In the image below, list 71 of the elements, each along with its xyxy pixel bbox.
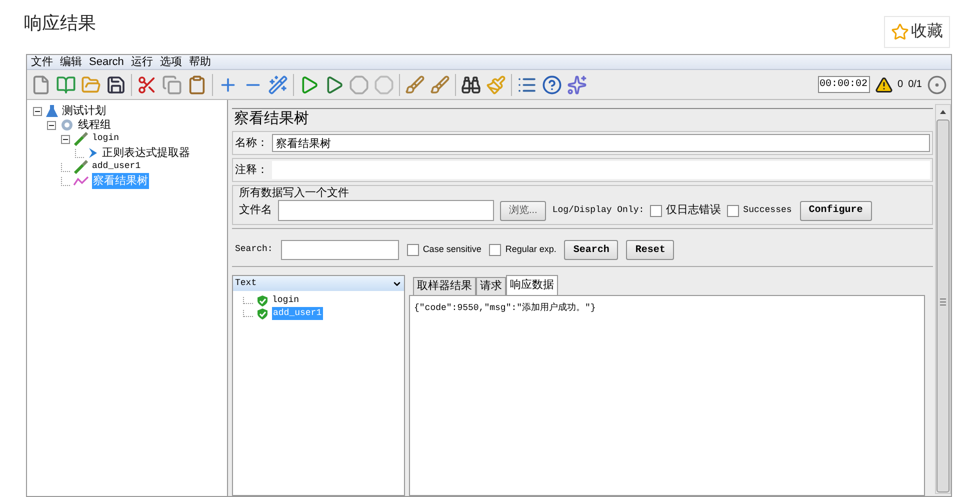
menu-item[interactable]: 运行	[130, 56, 153, 68]
folder-icon[interactable]	[81, 74, 101, 94]
checkbox-label: 仅日志错误	[666, 202, 722, 218]
warning-count: 0	[898, 78, 904, 92]
search-label: Search:	[235, 243, 273, 256]
wand-icon[interactable]	[268, 74, 288, 94]
menu-item[interactable]: 编辑	[60, 56, 82, 68]
checkbox-label: Regular exp.	[505, 243, 556, 256]
clipboard-icon[interactable]	[187, 74, 207, 94]
tab[interactable]: 请求	[476, 277, 506, 295]
warning-icon	[874, 76, 893, 94]
checkbox-label: Case sensitive	[422, 243, 482, 256]
search-field[interactable]	[280, 240, 399, 260]
arrow-icon	[87, 147, 99, 159]
broom-icon[interactable]	[405, 74, 425, 94]
pipette-icon	[73, 160, 89, 174]
tab[interactable]: 取样器结果	[413, 277, 476, 295]
collapse-icon[interactable]	[47, 120, 56, 130]
timer: 00:00:02	[818, 76, 870, 93]
tree-item[interactable]: 线程组	[78, 116, 111, 134]
renderer-dropdown[interactable]: Text	[233, 276, 404, 291]
flask-icon	[45, 104, 59, 118]
thread-count: 0/1	[908, 78, 922, 92]
page-title: 响应结果	[24, 12, 96, 35]
file-icon[interactable]	[31, 74, 51, 94]
chart-icon	[73, 175, 89, 187]
name-field[interactable]: 察看结果树	[272, 134, 930, 152]
menu-item[interactable]: 选项	[160, 56, 182, 68]
filename-field[interactable]	[278, 200, 494, 221]
checkbox[interactable]	[650, 204, 662, 216]
scissors-icon[interactable]	[137, 74, 157, 94]
menu-item[interactable]: 帮助	[188, 56, 211, 68]
status-icon	[927, 74, 947, 94]
menu-item[interactable]: 文件	[31, 56, 53, 68]
gear-icon	[59, 118, 75, 132]
group-legend: 所有数据写入一个文件	[239, 186, 926, 200]
broom-icon[interactable]	[430, 74, 450, 94]
save-icon[interactable]	[106, 74, 126, 94]
pipette-icon	[73, 132, 89, 146]
collapse-icon[interactable]	[61, 134, 70, 144]
checkbox-label: Successes	[743, 204, 792, 217]
sparkle-icon[interactable]	[567, 74, 587, 94]
result-item[interactable]: login	[272, 294, 300, 308]
tree-item[interactable]: login	[92, 132, 120, 146]
help-icon[interactable]	[542, 74, 562, 94]
checkbox[interactable]	[727, 204, 740, 216]
field-label: 名称：	[235, 136, 268, 151]
button[interactable]: Search	[564, 240, 618, 260]
checkbox[interactable]	[489, 244, 502, 256]
field-label: 注释：	[235, 162, 268, 178]
response-text: {"code":9550,"msg":"添加用户成功。"}	[409, 295, 925, 496]
tree-item[interactable]: add_user1	[92, 160, 141, 174]
star-icon	[891, 23, 909, 41]
tab[interactable]: 响应数据	[506, 275, 558, 295]
button[interactable]: Configure	[800, 200, 872, 220]
button[interactable]: Reset	[626, 240, 674, 260]
favorite-button[interactable]: 收藏	[884, 16, 950, 48]
tree-item[interactable]: 测试计划	[62, 102, 106, 120]
stop-icon[interactable]	[349, 74, 369, 94]
checkbox[interactable]	[406, 244, 419, 256]
button[interactable]: 浏览...	[500, 200, 546, 220]
menu-item[interactable]: Search	[89, 56, 124, 68]
tree-item[interactable]: 正则表达式提取器	[102, 144, 190, 162]
field-label: 文件名	[239, 202, 272, 218]
binoculars-icon[interactable]	[461, 74, 481, 94]
log-display-label: Log/Display Only:	[552, 204, 644, 217]
panel-title: 察看结果树	[232, 108, 933, 128]
book-icon[interactable]	[56, 74, 76, 94]
copy-icon[interactable]	[162, 74, 182, 94]
brush-icon[interactable]	[486, 74, 506, 94]
collapse-icon[interactable]	[33, 106, 42, 116]
